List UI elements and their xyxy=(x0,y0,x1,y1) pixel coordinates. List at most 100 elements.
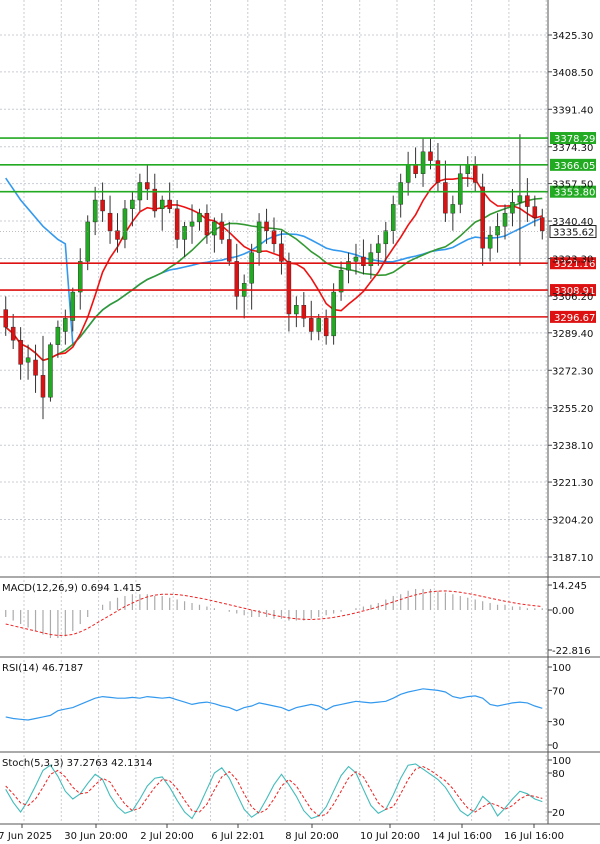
candle-down xyxy=(10,326,16,341)
macd-axis-label: 0.00 xyxy=(552,606,574,617)
candle-down xyxy=(145,182,150,190)
level-label: 3296.67 xyxy=(554,313,595,324)
candle-up xyxy=(420,151,426,174)
candle-down xyxy=(115,230,120,240)
candle-up xyxy=(398,182,403,205)
time-axis-label: 30 Jun 20:00 xyxy=(64,831,128,842)
candle-down xyxy=(40,375,46,398)
candle-down xyxy=(234,261,239,297)
candle-up xyxy=(383,230,389,245)
stoch-axis-label: 20 xyxy=(552,808,565,819)
price-axis-label: 3238.10 xyxy=(552,441,593,452)
candle-up xyxy=(256,221,262,253)
stoch-axis-label: 80 xyxy=(552,769,565,780)
candle-up xyxy=(130,199,135,209)
price-axis-label: 3221.30 xyxy=(552,478,593,489)
macd-label: MACD(12,26,9) 0.694 1.415 xyxy=(2,583,142,594)
candle-down xyxy=(413,164,418,174)
candle-down xyxy=(167,199,172,209)
candle-down xyxy=(279,243,284,262)
chart-root: 3378.293366.053353.803321.163308.913296.… xyxy=(0,0,600,844)
current-price-label: 3335.62 xyxy=(553,228,594,239)
candle-up xyxy=(249,252,254,284)
candle-up xyxy=(331,291,336,337)
price-axis-label: 3391.40 xyxy=(552,105,593,116)
candle-up xyxy=(390,204,396,231)
price-axis-label: 3357.50 xyxy=(552,180,593,191)
candle-up xyxy=(316,318,321,332)
price-axis-label: 3425.30 xyxy=(552,31,593,42)
level-label: 3366.05 xyxy=(554,161,595,172)
time-axis-label: 2 Jul 20:00 xyxy=(140,831,194,842)
time-axis-label: 16 Jul 16:00 xyxy=(504,831,564,842)
candle-up xyxy=(376,243,381,253)
rsi-axis-label: 100 xyxy=(552,663,571,674)
macd-axis-label: -22.816 xyxy=(552,646,591,657)
macd-axis-label: 14.245 xyxy=(552,581,587,592)
price-axis-label: 3204.20 xyxy=(552,516,593,527)
candle-up xyxy=(465,164,471,174)
candle-down xyxy=(443,182,448,214)
candle-up xyxy=(55,326,61,345)
candle-down xyxy=(472,164,478,183)
candle-up xyxy=(63,318,68,332)
time-axis-label: 6 Jul 22:01 xyxy=(211,831,265,842)
candle-down xyxy=(480,186,485,249)
candle-up xyxy=(458,173,463,205)
candle-down xyxy=(525,195,530,207)
candle-down xyxy=(100,199,105,212)
candle-up xyxy=(122,208,128,240)
candle-down xyxy=(428,151,433,161)
chart-background xyxy=(0,0,600,844)
candle-up xyxy=(450,204,456,214)
candle-down xyxy=(204,212,210,236)
candle-down xyxy=(264,221,269,231)
rsi-axis-label: 70 xyxy=(552,686,565,697)
candle-up xyxy=(92,199,98,223)
candle-up xyxy=(487,234,493,249)
price-axis-label: 3289.40 xyxy=(552,329,593,340)
candle-up xyxy=(338,269,344,293)
candle-down xyxy=(3,309,8,328)
candle-up xyxy=(197,212,202,223)
candle-down xyxy=(361,256,366,266)
candle-down xyxy=(107,212,113,231)
candle-up xyxy=(182,226,187,240)
rsi-axis-label: 30 xyxy=(552,718,565,729)
rsi-axis-label: 0 xyxy=(552,741,558,752)
price-axis-label: 3272.30 xyxy=(552,366,593,377)
candle-down xyxy=(435,160,441,183)
candle-up xyxy=(517,195,523,203)
candle-up xyxy=(48,344,53,398)
candle-down xyxy=(286,261,292,315)
candle-up xyxy=(25,357,31,363)
price-axis-label: 3374.30 xyxy=(552,143,593,154)
time-axis-label: 14 Jul 16:00 xyxy=(432,831,492,842)
candle-up xyxy=(212,221,217,236)
candle-up xyxy=(405,164,411,183)
price-axis-label: 3340.40 xyxy=(552,217,593,228)
candle-up xyxy=(189,221,195,227)
candle-down xyxy=(33,359,38,376)
candle-up xyxy=(502,212,508,227)
rsi-label: RSI(14) 46.7187 xyxy=(2,663,83,674)
candle-down xyxy=(323,318,329,337)
candle-up xyxy=(495,226,500,236)
price-axis-label: 3306.20 xyxy=(552,292,593,303)
candle-down xyxy=(271,230,277,245)
time-axis-label: 27 Jun 2025 xyxy=(0,831,52,842)
candle-up xyxy=(294,305,299,315)
stoch-axis-label: 100 xyxy=(552,756,571,767)
candle-down xyxy=(174,208,180,240)
candle-up xyxy=(353,256,359,262)
candle-up xyxy=(510,202,515,214)
candle-down xyxy=(219,221,225,240)
candle-up xyxy=(85,221,90,262)
stoch-label: Stoch(5,3,3) 37.2763 42.1314 xyxy=(2,758,153,769)
candle-down xyxy=(18,340,23,365)
candle-up xyxy=(159,199,165,209)
candle-down xyxy=(540,217,545,231)
price-axis-label: 3323.30 xyxy=(552,255,593,266)
candle-down xyxy=(309,318,314,332)
candle-down xyxy=(227,239,232,262)
